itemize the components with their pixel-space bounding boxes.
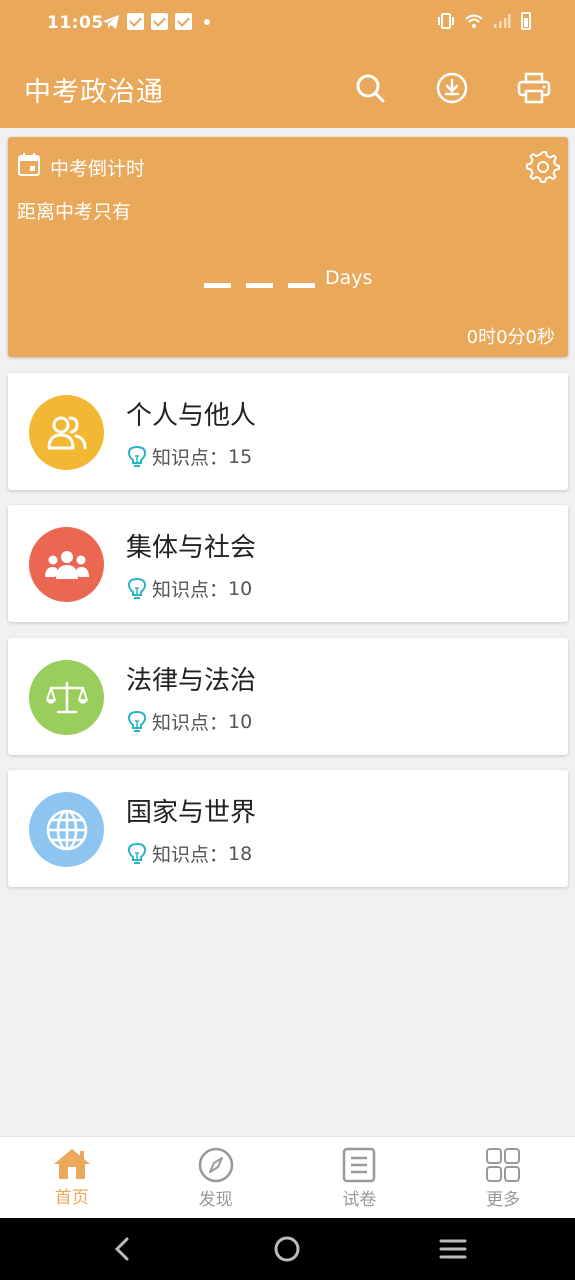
lightbulb-icon <box>127 842 147 864</box>
gear-icon[interactable] <box>526 149 560 187</box>
countdown-card: 中考倒计时 距离中考只有 Days 0时0分0秒 <box>8 137 568 357</box>
topic-meta-label: 知识点： <box>152 447 229 469</box>
scale-icon <box>29 660 104 735</box>
notification-icon <box>127 13 144 30</box>
topic-count: 10 <box>228 577 253 600</box>
nav-label: 试卷 <box>342 1190 377 1210</box>
topic-card-nation[interactable]: 国家与世界 知识点： 18 <box>8 770 568 887</box>
lightbulb-icon <box>127 445 147 467</box>
menu-icon[interactable] <box>436 1232 470 1266</box>
nav-item-more[interactable]: 更多 <box>431 1137 575 1218</box>
document-icon <box>343 1147 376 1183</box>
topic-meta-label: 知识点： <box>152 579 229 601</box>
nav-item-home[interactable]: 首页 <box>0 1137 144 1218</box>
notification-icon <box>175 13 192 30</box>
vibrate-icon <box>438 13 454 29</box>
nav-label: 更多 <box>486 1190 521 1210</box>
topic-title: 国家与世界 <box>126 798 257 828</box>
topic-count: 18 <box>228 842 253 865</box>
topic-card-society[interactable]: 集体与社会 知识点： 10 <box>8 505 568 622</box>
print-icon[interactable] <box>516 70 552 106</box>
status-left-icons <box>102 13 210 30</box>
topic-meta: 知识点： 10 <box>126 575 252 602</box>
battery-icon <box>521 12 531 30</box>
app-bar: 中考政治通 <box>0 48 575 128</box>
topic-title: 个人与他人 <box>126 401 257 431</box>
topic-title: 法律与法治 <box>126 666 257 696</box>
wifi-icon <box>465 14 483 28</box>
grid-icon <box>486 1148 521 1182</box>
days-placeholder <box>204 283 315 288</box>
days-unit: Days <box>325 267 373 289</box>
topic-title: 集体与社会 <box>126 533 257 563</box>
nav-item-discover[interactable]: 发现 <box>144 1137 288 1218</box>
nav-label: 首页 <box>54 1188 89 1208</box>
topic-meta-label: 知识点： <box>152 844 229 866</box>
countdown-title: 中考倒计时 <box>50 158 146 180</box>
lightbulb-icon <box>127 577 147 599</box>
topic-meta: 知识点： 18 <box>126 840 252 867</box>
people-icon <box>29 395 104 470</box>
topic-meta: 知识点： 15 <box>126 443 252 470</box>
calendar-icon <box>18 152 40 180</box>
topic-card-law[interactable]: 法律与法治 知识点： 10 <box>8 638 568 755</box>
topic-card-personal[interactable]: 个人与他人 知识点： 15 <box>8 373 568 490</box>
search-icon[interactable] <box>352 70 388 106</box>
status-time: 11:05 <box>47 13 104 33</box>
topic-meta-label: 知识点： <box>152 712 229 734</box>
dot-icon <box>204 18 210 25</box>
home-icon <box>53 1149 90 1179</box>
app-title: 中考政治通 <box>24 77 164 108</box>
nav-item-papers[interactable]: 试卷 <box>288 1137 432 1218</box>
compass-icon <box>198 1147 233 1183</box>
countdown-subtitle: 距离中考只有 <box>17 201 132 223</box>
globe-icon <box>29 792 104 867</box>
bottom-nav: 首页 发现 试卷 更多 <box>0 1136 575 1218</box>
lightbulb-icon <box>127 710 147 732</box>
home-button-icon[interactable] <box>270 1232 304 1266</box>
download-icon[interactable] <box>434 70 470 106</box>
group-icon <box>29 527 104 602</box>
topic-count: 10 <box>228 710 253 733</box>
back-icon[interactable] <box>105 1232 139 1266</box>
signal-icon <box>494 14 511 28</box>
status-right-icons <box>437 12 531 30</box>
time-remaining: 0时0分0秒 <box>466 327 555 348</box>
nav-label: 发现 <box>198 1190 233 1210</box>
topic-count: 15 <box>228 445 253 468</box>
system-nav-bar <box>0 1218 575 1280</box>
status-bar: 11:05 <box>0 0 575 48</box>
telegram-icon <box>103 14 119 29</box>
notification-icon <box>151 13 168 30</box>
topic-meta: 知识点： 10 <box>126 708 252 735</box>
